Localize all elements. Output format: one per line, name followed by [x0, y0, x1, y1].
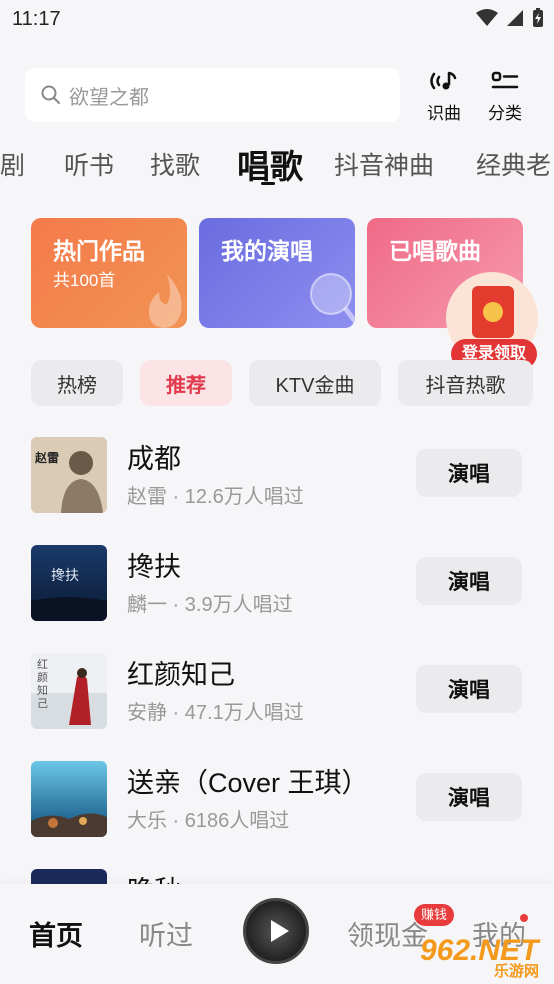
my-singing-title: 我的演唱 — [221, 238, 313, 264]
active-tab-indicator — [261, 182, 275, 185]
search-input[interactable]: 欲望之都 — [25, 68, 400, 122]
status-time: 11:17 — [12, 8, 61, 30]
sing-button[interactable]: 演唱 — [416, 773, 522, 821]
song-cover: 红颜知己 — [31, 653, 107, 729]
sing-button[interactable]: 演唱 — [416, 449, 522, 497]
play-button[interactable] — [243, 898, 309, 964]
flame-icon — [149, 274, 182, 328]
category-tabs: 剧 听书 找歌 唱歌 抖音神曲 经典老 — [0, 140, 554, 190]
chip-recommend[interactable]: 推荐 — [140, 360, 232, 406]
wifi-icon — [476, 9, 498, 26]
sing-button[interactable]: 演唱 — [416, 557, 522, 605]
tab-classics[interactable]: 经典老 — [476, 146, 551, 182]
recognize-song-button[interactable]: 识曲 — [419, 70, 469, 124]
cover-text: 红颜知己 — [37, 659, 48, 710]
category-icon — [491, 71, 519, 89]
song-meta: 赵雷 · 12.6万人唱过 — [127, 486, 304, 508]
song-title: 搀扶 — [127, 552, 181, 582]
sung-songs-title: 已唱歌曲 — [389, 238, 481, 264]
search-icon — [41, 85, 60, 104]
sing-button[interactable]: 演唱 — [416, 665, 522, 713]
song-meta: 麟一 · 3.9万人唱过 — [127, 594, 293, 616]
watermark-sub: 乐游网 — [494, 963, 540, 980]
list-item[interactable]: 红颜知己 红颜知己 安静 · 47.1万人唱过 演唱 — [0, 653, 554, 753]
chip-hot-chart[interactable]: 热榜 — [31, 360, 123, 406]
cover-text: 赵雷 — [35, 451, 60, 465]
red-envelope-icon — [472, 286, 514, 338]
tab-douyin-hits[interactable]: 抖音神曲 — [334, 146, 434, 182]
category-button[interactable]: 分类 — [480, 70, 530, 124]
music-recognize-icon — [430, 71, 457, 90]
status-bar: 11:17 — [0, 0, 554, 38]
watermark: 962.NET 乐游网 — [414, 934, 550, 980]
battery-icon — [533, 8, 543, 27]
recognize-label: 识曲 — [427, 104, 461, 123]
song-meta: 大乐 · 6186人唱过 — [127, 810, 290, 832]
song-cover: 搀扶 — [31, 545, 107, 621]
list-item[interactable]: 送亲（Cover 王琪） 大乐 · 6186人唱过 演唱 — [0, 761, 554, 861]
list-item[interactable]: 赵雷 成都 赵雷 · 12.6万人唱过 演唱 — [0, 437, 554, 537]
search-placeholder: 欲望之都 — [69, 86, 149, 109]
song-title: 成都 — [127, 444, 181, 474]
nav-listened[interactable]: 听过 — [139, 914, 193, 953]
tab-find-song[interactable]: 找歌 — [150, 146, 200, 182]
signal-icon — [507, 10, 523, 26]
song-title: 送亲（Cover 王琪） — [127, 768, 369, 798]
nav-home[interactable]: 首页 — [29, 914, 83, 953]
list-item[interactable]: 搀扶 搀扶 麟一 · 3.9万人唱过 演唱 — [0, 545, 554, 645]
hot-works-title: 热门作品 — [53, 238, 145, 264]
song-title: 红颜知己 — [127, 660, 235, 690]
tab-drama[interactable]: 剧 — [0, 146, 25, 182]
song-cover: 赵雷 — [31, 437, 107, 513]
category-label: 分类 — [488, 104, 522, 123]
chip-ktv-classics[interactable]: KTV金曲 — [249, 360, 381, 406]
earn-badge: 赚钱 — [414, 904, 454, 926]
song-meta: 安静 · 47.1万人唱过 — [127, 702, 304, 724]
microphone-icon — [310, 273, 355, 326]
my-singing-card[interactable]: 我的演唱 — [199, 218, 355, 328]
tab-sing[interactable]: 唱歌 — [237, 140, 303, 188]
cover-image — [31, 761, 107, 837]
song-cover — [31, 761, 107, 837]
status-icons — [476, 8, 544, 28]
cover-text: 搀扶 — [51, 567, 79, 583]
notification-dot — [520, 914, 528, 922]
chip-douyin-hot[interactable]: 抖音热歌 — [398, 360, 533, 406]
tab-audiobook[interactable]: 听书 — [64, 146, 114, 182]
hot-works-card[interactable]: 热门作品 共100首 — [31, 218, 187, 328]
hot-works-count: 共100首 — [53, 271, 116, 290]
